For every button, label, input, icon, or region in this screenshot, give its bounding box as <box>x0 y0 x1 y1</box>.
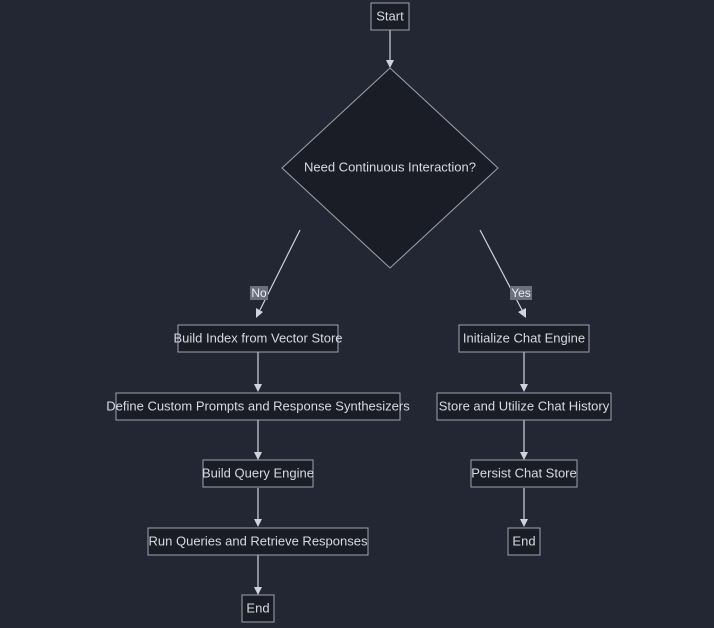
flowchart-canvas: No Yes Start <box>0 0 714 628</box>
node-init-chat: Initialize Chat Engine <box>459 325 589 352</box>
node-end-right: End <box>508 528 540 555</box>
node-persist-label: Persist Chat Store <box>471 465 577 480</box>
edge-no-4 <box>254 555 262 595</box>
node-end-left: End <box>242 595 274 622</box>
edge-no-3 <box>254 488 262 527</box>
node-build-query: Build Query Engine <box>202 460 314 487</box>
node-start: Start <box>371 3 409 30</box>
edge-label-no: No <box>250 286 268 300</box>
node-run-queries-label: Run Queries and Retrieve Responses <box>149 533 368 548</box>
node-persist: Persist Chat Store <box>471 460 577 487</box>
node-define-prompts: Define Custom Prompts and Response Synth… <box>106 393 410 420</box>
edge-no-2 <box>254 420 262 460</box>
node-init-chat-label: Initialize Chat Engine <box>463 330 585 345</box>
edge-start-to-decision <box>386 30 394 68</box>
edge-decision-to-yes <box>480 230 526 318</box>
node-define-prompts-label: Define Custom Prompts and Response Synth… <box>106 398 410 413</box>
edge-decision-to-no <box>256 230 300 318</box>
edge-yes-1 <box>520 352 528 392</box>
node-start-label: Start <box>376 8 404 23</box>
node-store-history-label: Store and Utilize Chat History <box>439 398 610 413</box>
edge-no-1 <box>254 352 262 392</box>
node-decision: Need Continuous Interaction? <box>282 68 498 268</box>
node-build-query-label: Build Query Engine <box>202 465 314 480</box>
node-run-queries: Run Queries and Retrieve Responses <box>148 528 368 555</box>
node-end-left-label: End <box>246 600 269 615</box>
node-build-index: Build Index from Vector Store <box>173 325 342 352</box>
edge-label-yes: Yes <box>510 286 532 300</box>
node-decision-label: Need Continuous Interaction? <box>304 159 476 174</box>
node-end-right-label: End <box>512 533 535 548</box>
node-store-history: Store and Utilize Chat History <box>437 393 611 420</box>
edge-label-yes-text: Yes <box>511 286 531 300</box>
node-build-index-label: Build Index from Vector Store <box>173 330 342 345</box>
edge-yes-2 <box>520 420 528 460</box>
edge-label-no-text: No <box>251 286 267 300</box>
edge-yes-3 <box>520 488 528 527</box>
